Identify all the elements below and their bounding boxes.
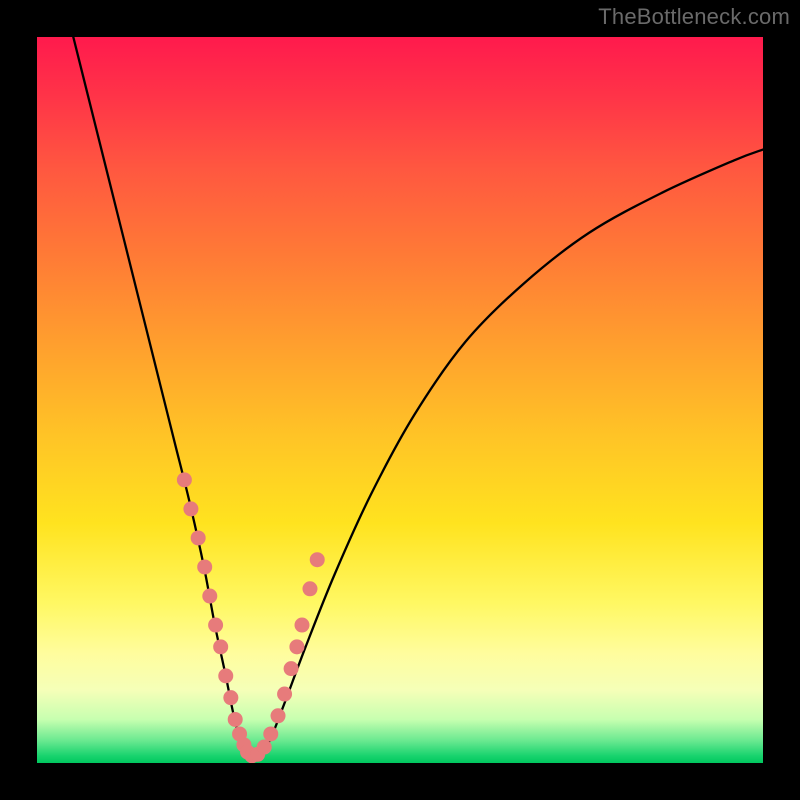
highlight-dot bbox=[289, 639, 304, 654]
highlight-dots bbox=[177, 472, 325, 763]
watermark-text: TheBottleneck.com bbox=[598, 4, 790, 30]
highlight-dot bbox=[197, 559, 212, 574]
highlight-dot bbox=[310, 552, 325, 567]
highlight-dot bbox=[191, 530, 206, 545]
curve-path bbox=[73, 37, 763, 759]
highlight-dot bbox=[208, 618, 223, 633]
highlight-dot bbox=[284, 661, 299, 676]
plot-area bbox=[37, 37, 763, 763]
highlight-dot bbox=[223, 690, 238, 705]
highlight-dot bbox=[183, 501, 198, 516]
highlight-dot bbox=[277, 687, 292, 702]
highlight-dot bbox=[218, 668, 233, 683]
highlight-dot bbox=[271, 708, 286, 723]
highlight-dot bbox=[294, 618, 309, 633]
curve-svg bbox=[37, 37, 763, 763]
highlight-dot bbox=[213, 639, 228, 654]
highlight-dot bbox=[302, 581, 317, 596]
highlight-dot bbox=[177, 472, 192, 487]
highlight-dot bbox=[228, 712, 243, 727]
highlight-dot bbox=[263, 726, 278, 741]
bottleneck-curve bbox=[73, 37, 763, 759]
highlight-dot bbox=[257, 740, 272, 755]
highlight-dot bbox=[202, 589, 217, 604]
chart-frame: TheBottleneck.com bbox=[0, 0, 800, 800]
